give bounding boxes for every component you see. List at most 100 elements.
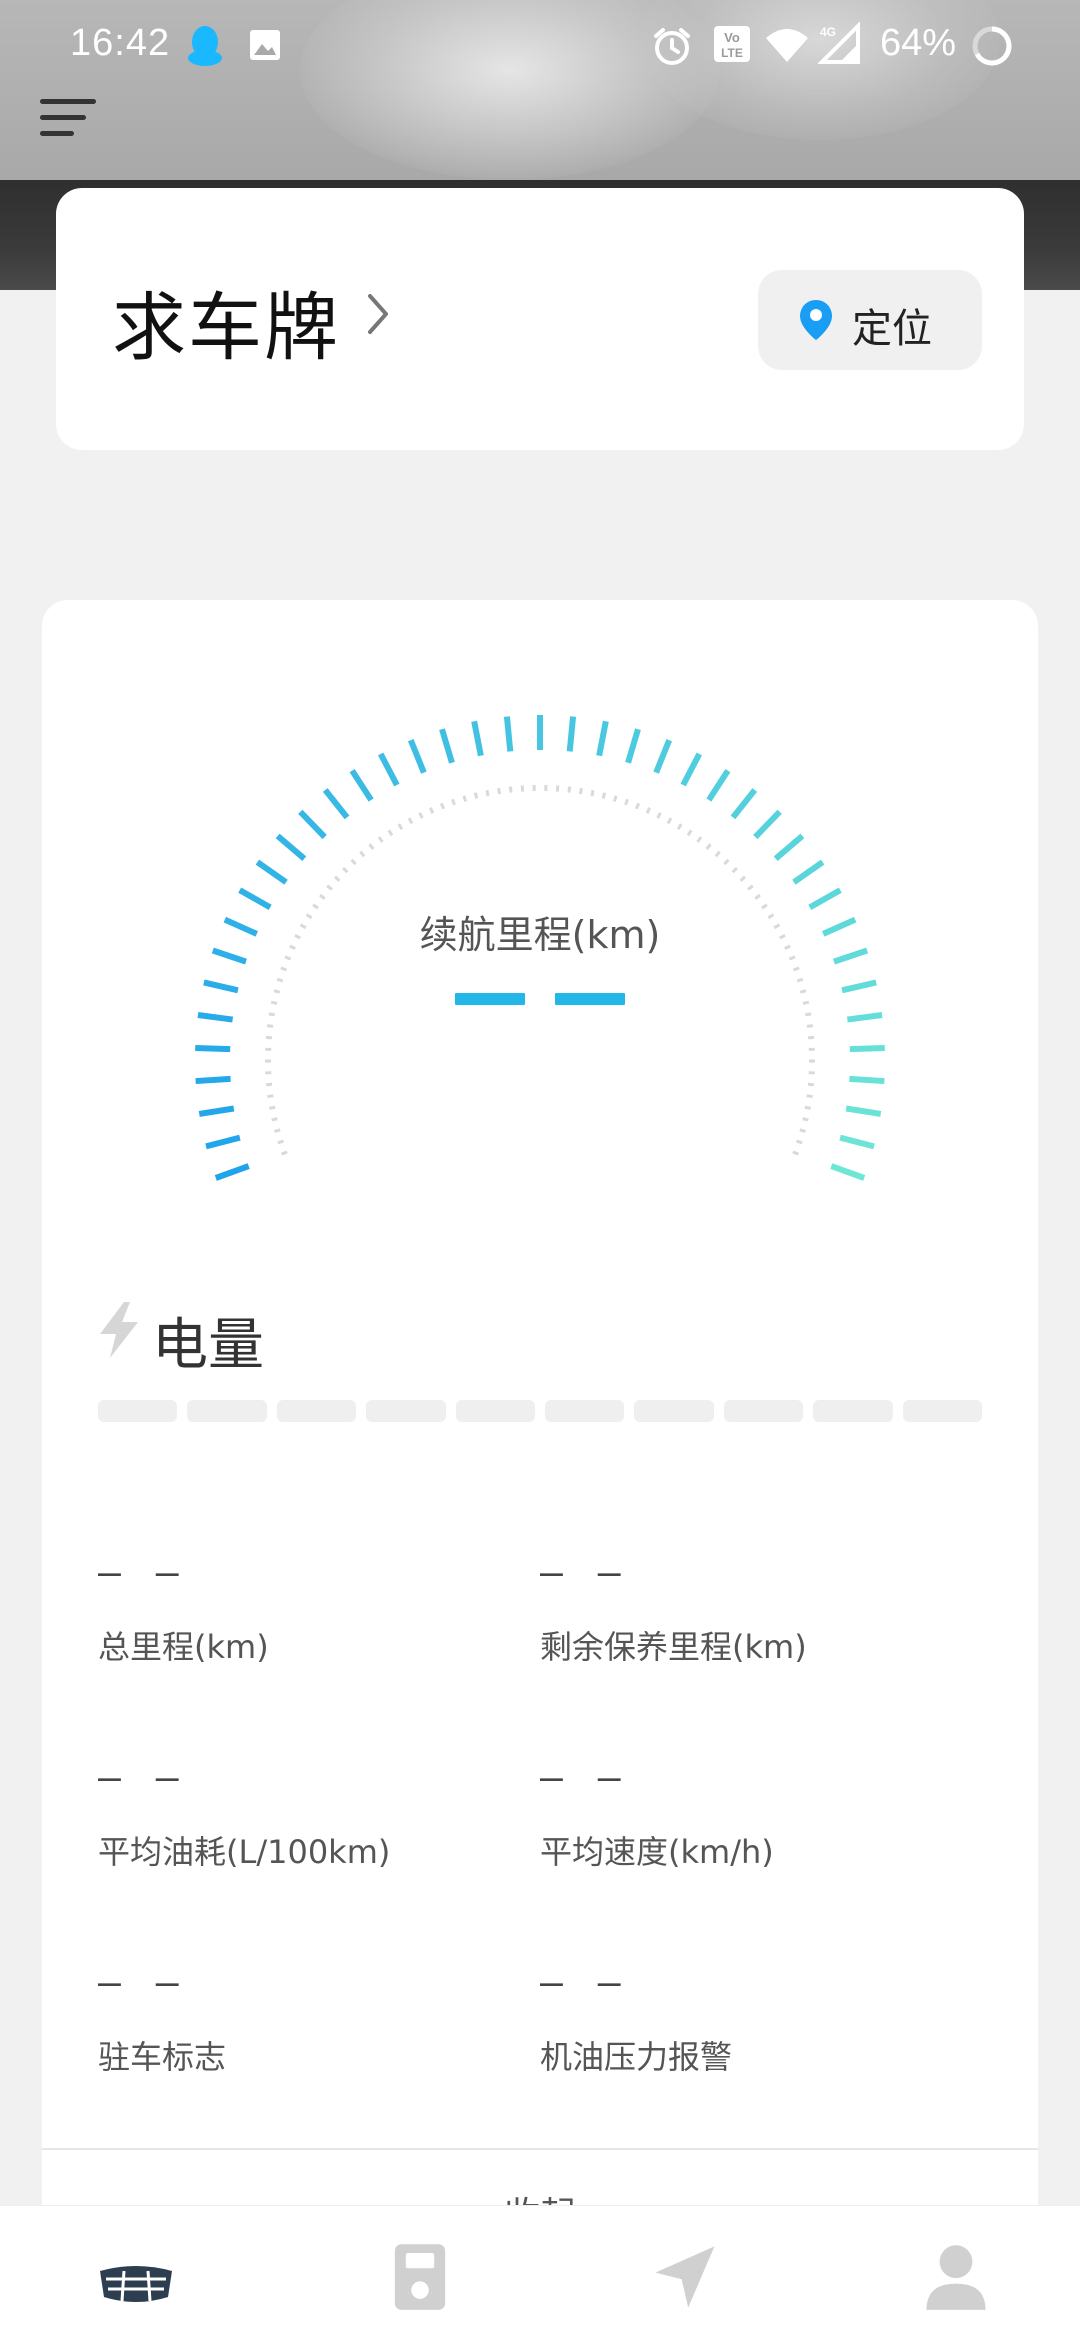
gauge-tick [198,1105,235,1117]
gauge-minor-tick [319,893,326,900]
profile-icon[interactable] [916,2242,996,2312]
gauge-minor-tick [439,802,445,810]
gauge-minor-tick [796,977,804,983]
device-icon[interactable] [380,2242,460,2312]
gauge-minor-tick [397,823,404,830]
battery-percent: 64% [880,22,957,64]
gauge-minor-tick [276,977,284,983]
battery-label: 电量 [152,1313,264,1378]
battery-segment [902,1400,982,1422]
battery-segment [813,1400,893,1422]
gauge-minor-tick [280,966,288,972]
gauge-minor-tick [359,850,366,858]
gauge-minor-tick [645,807,651,814]
svg-text:4G: 4G [820,25,836,39]
chevron-right-icon[interactable] [366,292,390,336]
gauge-minor-tick [613,795,618,802]
gauge-tick [845,1105,882,1117]
location-pin-icon [800,300,832,340]
status-time: 16:42 [70,22,171,64]
gauge-minor-tick [326,884,333,891]
stat-value: — — [98,1755,185,1799]
gauge-tick [195,1075,231,1085]
gauge-minor-tick [271,1117,278,1122]
gauge-tick [322,788,350,820]
gauge-tick [839,1134,875,1150]
gauge-tick [378,752,400,787]
gauge-minor-tick [281,1150,288,1156]
gauge-minor-tick [485,789,490,797]
locate-button[interactable]: 定位 [758,270,982,370]
range-value-dash [555,993,625,1005]
gauge-tick [195,1044,231,1053]
image-icon [250,30,280,60]
gauge-minor-tick [418,812,424,819]
gauge-minor-tick [277,1139,284,1145]
range-label: 续航里程(km) [419,913,661,957]
gauge-tick [730,788,758,820]
qq-icon [188,26,222,66]
bottom-navigation [0,2206,1080,2340]
gauge-minor-tick [754,893,761,900]
gauge-minor-tick [635,802,641,810]
locate-label: 定位 [852,306,932,352]
gauge-minor-tick [269,1105,276,1110]
gauge-tick [205,1134,241,1150]
battery-level-bar [98,1400,982,1422]
gauge-minor-tick [666,817,673,825]
plate-title[interactable]: 求车牌 [112,268,340,375]
gauge-tick [706,769,731,802]
stat-value: — — [540,1550,627,1594]
gauge-minor-tick [804,1012,812,1017]
stat-oil-pressure-alarm: — — 机油压力报警 [540,1960,980,2078]
navigation-arrow-icon[interactable] [646,2242,726,2312]
gauge-minor-tick [473,792,479,799]
status-bar: 16:42 Vo LTE 4G 64% [0,0,1080,92]
gauge-tick [407,738,427,774]
battery-ring-icon [972,26,1012,66]
gauge-minor-tick [601,792,607,799]
stat-value: — — [98,1550,185,1594]
stat-avg-speed: — — 平均速度(km/h) [540,1755,980,1873]
gauge-tick [792,859,825,885]
gauge-minor-tick [429,807,435,814]
gauge-minor-tick [714,850,721,858]
hamburger-menu-icon[interactable] [40,95,100,145]
gauge-tick [753,809,782,840]
gauge-minor-tick [723,858,730,866]
gauge-minor-tick [268,1012,276,1017]
gauge-tick [653,738,673,774]
stat-maintenance-mileage: — — 剩余保养里程(km) [540,1550,980,1668]
gauge-minor-tick [578,787,583,795]
gauge-tick [503,716,514,752]
gauge-tick [625,728,641,764]
stat-label: 总里程(km) [98,1628,269,1666]
gauge-tick [830,1163,866,1181]
gauge-minor-tick [705,843,712,850]
gauge-minor-tick [274,1128,281,1133]
battery-segment [276,1400,357,1422]
battery-segment [545,1400,625,1422]
gauge-tick [439,728,455,764]
stat-label: 机油压力报警 [540,2038,733,2076]
gauge-tick [596,720,609,757]
gauge-tick [846,1011,883,1023]
gauge-minor-tick [497,787,502,795]
gauge-tick [275,833,307,861]
gauge-minor-tick [590,789,595,797]
gauge-minor-tick [676,823,683,830]
car-logo-icon[interactable] [96,2250,176,2320]
gauge-tick [680,752,702,787]
gauge-minor-tick [333,875,341,882]
battery-segment [366,1400,446,1422]
gauge-minor-tick [387,829,394,837]
svg-text:Vo: Vo [724,30,740,45]
gauge-minor-tick [451,798,456,806]
gauge-minor-tick [796,1139,803,1145]
battery-segment [187,1400,267,1422]
range-value [42,990,1038,1009]
gauge-minor-tick [508,786,513,793]
gauge-minor-tick [807,1082,815,1087]
stat-label: 剩余保养里程(km) [540,1628,807,1666]
vehicle-card: 求车牌 定位 [56,188,1024,450]
